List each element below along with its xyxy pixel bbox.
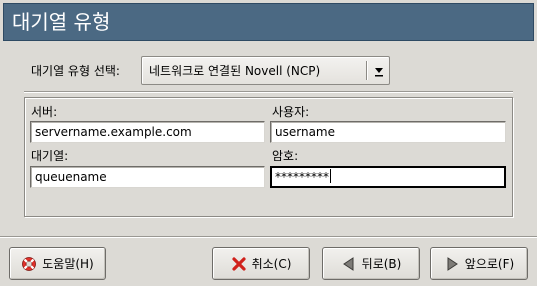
text-caret — [330, 169, 331, 183]
queue-input[interactable]: queuename — [30, 166, 265, 188]
help-button[interactable]: 도움말(H) — [9, 247, 106, 280]
select-divider — [366, 61, 367, 80]
user-value: username — [275, 125, 335, 139]
server-input[interactable]: servername.example.com — [30, 121, 265, 143]
password-label: 암호: — [272, 149, 299, 163]
help-button-label: 도움말(H) — [42, 257, 94, 271]
password-input[interactable]: ********* — [270, 166, 506, 188]
page-title: 대기열 유형 — [12, 10, 111, 34]
queue-type-selected-value: 네트워크로 연결된 Novell (NCP) — [149, 64, 321, 78]
queue-options-frame — [24, 97, 513, 217]
queue-value: queuename — [35, 170, 107, 184]
x-icon — [231, 256, 247, 272]
user-label: 사용자: — [272, 105, 310, 119]
password-value: ********* — [275, 170, 329, 184]
forward-button-label: 앞으로(F) — [464, 257, 515, 271]
cancel-button-label: 취소(C) — [251, 257, 292, 271]
queue-type-select[interactable]: 네트워크로 연결된 Novell (NCP) — [141, 56, 390, 85]
back-button-label: 뒤로(B) — [361, 257, 402, 271]
cancel-button[interactable]: 취소(C) — [212, 247, 310, 280]
arrow-left-icon — [341, 256, 357, 272]
forward-button[interactable]: 앞으로(F) — [430, 247, 528, 280]
separator — [24, 91, 513, 93]
lifebuoy-icon — [21, 256, 37, 272]
button-area-separator — [0, 236, 537, 238]
back-button[interactable]: 뒤로(B) — [322, 247, 420, 280]
queue-label: 대기열: — [31, 149, 69, 163]
chevron-down-icon — [373, 64, 385, 78]
arrow-right-icon — [444, 256, 460, 272]
server-label: 서버: — [31, 105, 58, 119]
server-value: servername.example.com — [35, 125, 192, 139]
queue-type-label: 대기열 유형 선택: — [31, 64, 120, 78]
page-header: 대기열 유형 — [3, 3, 534, 41]
user-input[interactable]: username — [270, 121, 506, 143]
